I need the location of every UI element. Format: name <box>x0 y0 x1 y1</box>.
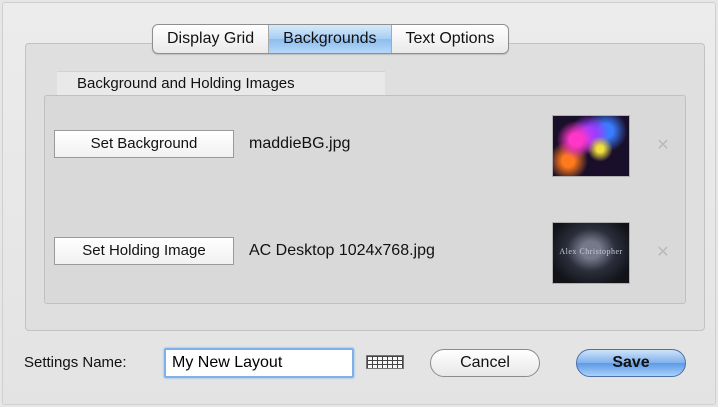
settings-name-input[interactable] <box>164 348 354 378</box>
holding-image-thumbnail: Alex Christopher <box>552 222 630 284</box>
cancel-button[interactable]: Cancel <box>430 349 540 377</box>
tab-backgrounds[interactable]: Backgrounds <box>269 25 392 53</box>
holding-thumbnail-text: Alex Christopher <box>559 247 623 256</box>
background-thumbnail <box>552 115 630 177</box>
settings-name-label: Settings Name: <box>24 354 127 371</box>
save-button[interactable]: Save <box>576 349 686 377</box>
tab-text-options[interactable]: Text Options <box>392 25 509 53</box>
background-filename: maddieBG.jpg <box>249 135 351 152</box>
set-holding-image-button[interactable]: Set Holding Image <box>54 237 234 265</box>
set-background-button[interactable]: Set Background <box>54 130 234 158</box>
tab-bar: Display Grid Backgrounds Text Options <box>152 24 510 54</box>
group-title: Background and Holding Images <box>57 71 385 95</box>
remove-x-icon[interactable]: ✕ <box>653 136 673 156</box>
keyboard-icon[interactable] <box>366 355 404 369</box>
tab-display-grid[interactable]: Display Grid <box>153 25 270 53</box>
remove-x-icon[interactable]: ✕ <box>653 243 673 263</box>
holding-image-filename: AC Desktop 1024x768.jpg <box>249 242 435 259</box>
background-images-group: Set Background maddieBG.jpg ✕ Set Holdin… <box>44 95 686 304</box>
